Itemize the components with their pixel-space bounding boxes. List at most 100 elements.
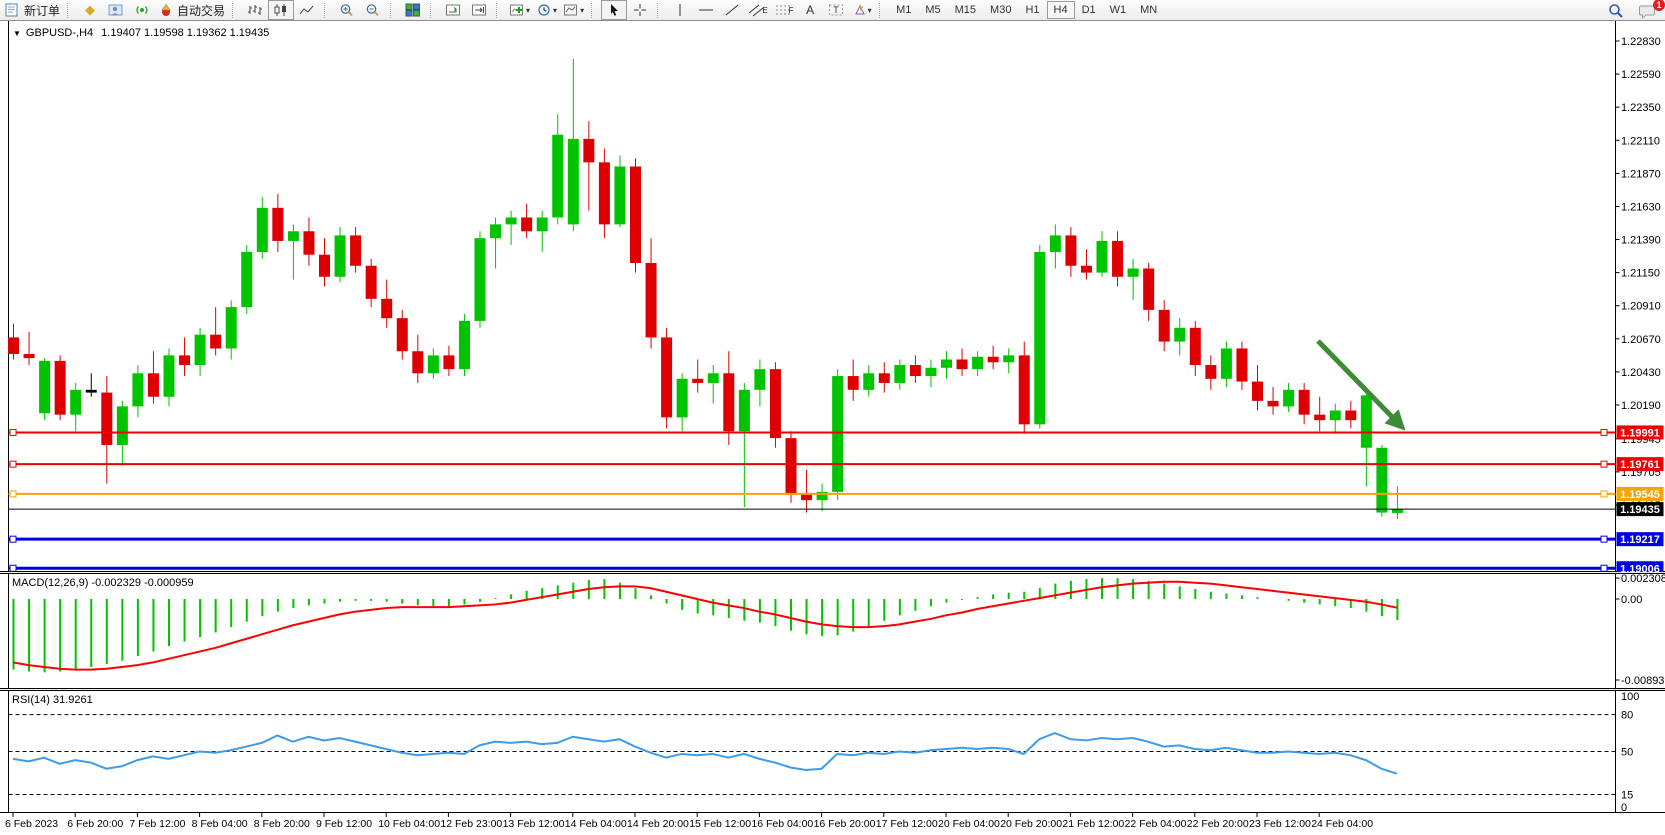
timeframe-m5[interactable]: M5 <box>918 1 947 19</box>
channel-tool[interactable]: E <box>745 0 771 20</box>
new-order-button[interactable]: 新订单 <box>2 0 63 20</box>
profile-icon <box>108 3 124 17</box>
trendline-tool[interactable] <box>719 0 745 20</box>
history-button[interactable]: ◆ <box>77 0 103 20</box>
toolbar: 新订单 ◆ 自动交易 <box>0 0 1665 21</box>
search-button[interactable] <box>1603 1 1629 21</box>
timeframe-h4[interactable]: H4 <box>1047 1 1075 19</box>
candle <box>148 373 159 396</box>
candle <box>972 357 983 369</box>
date-label: 10 Feb 04:00 <box>378 818 440 830</box>
notification-badge: 1 <box>1653 0 1665 11</box>
time-axis[interactable]: 6 Feb 20236 Feb 20:007 Feb 12:008 Feb 04… <box>0 813 1665 835</box>
svg-text:1.22830: 1.22830 <box>1621 36 1661 48</box>
timeframe-h1[interactable]: H1 <box>1018 1 1046 19</box>
zoom-in-icon <box>339 3 355 17</box>
svg-text:1.20670: 1.20670 <box>1621 334 1661 346</box>
shapes-tool[interactable]: ▾ <box>849 0 875 20</box>
svg-text:0.00: 0.00 <box>1621 594 1642 606</box>
svg-text:1.19217: 1.19217 <box>1620 534 1660 546</box>
profile-button[interactable] <box>103 0 129 20</box>
candle <box>226 307 237 348</box>
macd-pane[interactable]: 0.0023080.00-0.008939 <box>0 573 1665 689</box>
candle <box>1097 241 1108 273</box>
candle <box>692 379 703 383</box>
vertical-line-tool[interactable] <box>667 0 693 20</box>
candle <box>39 361 50 413</box>
rsi-pane[interactable]: 1008050150 <box>0 690 1665 813</box>
horizontal-line-tool[interactable] <box>693 0 719 20</box>
rsi-indicator-label: RSI(14) 31.9261 <box>12 694 93 706</box>
svg-text:100: 100 <box>1621 691 1639 703</box>
price-pane[interactable]: 1.228301.225901.223501.221101.218701.216… <box>0 21 1665 572</box>
candle <box>537 217 548 231</box>
fibonacci-tool[interactable]: F <box>771 0 797 20</box>
caret-down-icon: ▾ <box>553 6 557 15</box>
timeframe-d1[interactable]: D1 <box>1075 1 1103 19</box>
notifications-button[interactable]: 1 <box>1635 1 1661 21</box>
chart-symbol-label: ▼ GBPUSD-,H4 1.19407 1.19598 1.19362 1.1… <box>13 27 269 39</box>
periods-button[interactable]: ▾ <box>533 0 560 20</box>
candle <box>381 299 392 318</box>
date-label: 7 Feb 12:00 <box>129 818 185 830</box>
candle <box>132 373 143 406</box>
chart-shift-icon <box>471 3 487 17</box>
timeframe-mn[interactable]: MN <box>1133 1 1164 19</box>
candle <box>521 217 532 231</box>
candlestick-chart-button[interactable] <box>268 0 294 20</box>
autotrade-label: 自动交易 <box>177 2 225 19</box>
svg-text:0.002308: 0.002308 <box>1621 573 1665 585</box>
svg-text:1.22590: 1.22590 <box>1621 69 1661 81</box>
zoom-out-button[interactable] <box>360 0 386 20</box>
candle <box>1268 401 1279 407</box>
fibonacci-letter: F <box>789 6 794 15</box>
auto-scroll-button[interactable] <box>440 0 466 20</box>
date-label: 16 Feb 04:00 <box>751 818 813 830</box>
timeframe-m1[interactable]: M1 <box>889 1 918 19</box>
svg-text:1.21390: 1.21390 <box>1621 235 1661 247</box>
date-label: 24 Feb 04:00 <box>1311 818 1373 830</box>
tile-windows-button[interactable] <box>400 0 426 20</box>
svg-text:1.19435: 1.19435 <box>1620 504 1660 516</box>
horizontal-line-icon <box>698 3 714 17</box>
candle <box>1314 415 1325 421</box>
date-label: 8 Feb 20:00 <box>254 818 310 830</box>
price-line-badge: 1.19435 <box>1617 502 1664 516</box>
label-tool-icon: T <box>828 3 844 17</box>
signal-button[interactable] <box>129 0 155 20</box>
search-icon <box>1607 3 1625 19</box>
zoom-in-button[interactable] <box>334 0 360 20</box>
timeframe-m30[interactable]: M30 <box>983 1 1018 19</box>
bar-chart-button[interactable] <box>242 0 268 20</box>
candle <box>941 360 952 368</box>
line-chart-button[interactable] <box>294 0 320 20</box>
autotrade-button[interactable]: 自动交易 <box>155 0 228 20</box>
date-label: 23 Feb 12:00 <box>1249 818 1311 830</box>
templates-button[interactable]: ▾ <box>560 0 587 20</box>
timeframe-m15[interactable]: M15 <box>948 1 983 19</box>
indicators-button[interactable]: ▾ <box>506 0 533 20</box>
candle <box>117 406 128 445</box>
symbol-caret-icon[interactable]: ▼ <box>13 29 21 38</box>
candle <box>350 235 361 265</box>
price-line-badge: 1.19991 <box>1617 425 1664 439</box>
svg-text:1.21870: 1.21870 <box>1621 168 1661 180</box>
candle <box>568 139 579 224</box>
symbol-title: GBPUSD-,H4 <box>26 27 93 39</box>
cursor-button[interactable] <box>601 0 627 20</box>
label-tool[interactable]: T <box>823 0 849 20</box>
caret-down-icon: ▾ <box>580 6 584 15</box>
text-tool[interactable]: A <box>797 0 823 20</box>
shapes-icon <box>853 3 867 17</box>
candle <box>1034 252 1045 424</box>
candle <box>957 360 968 370</box>
candle <box>879 373 890 383</box>
candle <box>164 355 175 396</box>
svg-text:15: 15 <box>1621 790 1633 802</box>
candle <box>925 368 936 376</box>
timeframe-w1[interactable]: W1 <box>1103 1 1134 19</box>
candle <box>86 390 97 393</box>
candle <box>1159 310 1170 342</box>
crosshair-button[interactable] <box>627 0 653 20</box>
chart-shift-button[interactable] <box>466 0 492 20</box>
